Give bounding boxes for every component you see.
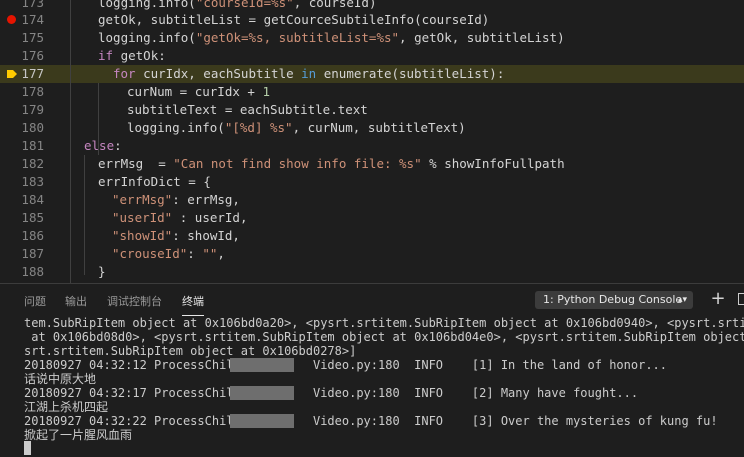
tab-debug-console[interactable]: 调试控制台 [107, 293, 162, 309]
line-number: 177 [21, 66, 44, 81]
split-terminal-icon[interactable] [738, 293, 744, 305]
line-number: 175 [21, 30, 44, 45]
code-line[interactable]: 178 curNum = curIdx + 1 [0, 83, 744, 101]
code-text: "userId" : userId, [112, 210, 248, 225]
code-editor[interactable]: 173 logging.info("courseId=%s", courseId)… [0, 0, 744, 283]
line-number: 184 [21, 192, 44, 207]
code-line[interactable]: 187 "crouseId": "", [0, 245, 744, 263]
terminal-selector-dropdown[interactable]: 1: Python Debug Console ▴▾ [535, 291, 693, 309]
code-text: logging.info("[%d] %s", curNum, subtitle… [127, 120, 466, 135]
terminal-line: 掀起了一片腥风血雨 [24, 428, 133, 442]
code-line[interactable]: 188} [0, 263, 744, 281]
tab-problems[interactable]: 问题 [24, 293, 46, 309]
redaction-block [230, 386, 294, 400]
code-text: "crouseId": "", [112, 246, 225, 261]
terminal-line: 20180927 04:32:22 ProcessChil Video.py:1… [24, 414, 718, 428]
indent-guide [98, 83, 99, 155]
terminal-line: 20180927 04:32:12 ProcessChil Video.py:1… [24, 358, 667, 372]
line-number: 187 [21, 246, 44, 261]
code-line[interactable]: 184 "errMsg": errMsg, [0, 191, 744, 209]
line-number: 174 [21, 12, 44, 27]
bottom-panel: 问题 输出 调试控制台 终端 1: Python Debug Console ▴… [0, 283, 744, 457]
terminal-line: 20180927 04:32:17 ProcessChil Video.py:1… [24, 386, 639, 400]
line-number: 188 [21, 264, 44, 279]
line-number: 183 [21, 174, 44, 189]
code-text: } [98, 264, 106, 279]
code-line[interactable]: 176 if getOk: [0, 47, 744, 65]
code-line[interactable]: 182 errMsg = "Can not find show info file… [0, 155, 744, 173]
redaction-block [230, 358, 294, 372]
code-text: curNum = curIdx + 1 [127, 84, 270, 99]
code-text: else: [84, 138, 122, 153]
code-line[interactable]: 179 subtitleText = eachSubtitle.text [0, 101, 744, 119]
panel-tabs: 问题 输出 调试控制台 终端 1: Python Debug Console ▴… [0, 284, 744, 316]
code-line[interactable]: 183 errInfoDict = { [0, 173, 744, 191]
code-line[interactable]: 180 logging.info("[%d] %s", curNum, subti… [0, 119, 744, 137]
chevron-updown-icon: ▴▾ [677, 295, 687, 305]
code-line[interactable]: 181 else: [0, 137, 744, 155]
code-text: "errMsg": errMsg, [112, 192, 240, 207]
terminal-line: 话说中原大地 [24, 372, 97, 386]
line-number: 186 [21, 228, 44, 243]
line-number: 181 [21, 138, 44, 153]
terminal-cursor [24, 441, 31, 455]
indent-guide [70, 0, 71, 283]
terminal-line: at 0x106bd08d0>, <pysrt.srtitem.SubRipIt… [24, 330, 744, 344]
tab-terminal[interactable]: 终端 [182, 293, 204, 316]
code-line[interactable]: 175 logging.info("getOk=%s, subtitleList=… [0, 29, 744, 47]
code-text: getOk, subtitleList = getCourceSubtileIn… [98, 12, 490, 27]
tab-output[interactable]: 输出 [65, 293, 87, 309]
line-number: 176 [21, 48, 44, 63]
code-text: for curIdx, eachSubtitle in enumerate(su… [113, 66, 505, 81]
new-terminal-button[interactable]: + [709, 289, 727, 309]
redaction-block [230, 414, 294, 428]
code-text: "showId": showId, [112, 228, 240, 243]
indent-guide [84, 155, 85, 275]
terminal-selector-value: 1: Python Debug Console [543, 293, 683, 306]
code-line[interactable]: 174 getOk, subtitleList = getCourceSubtil… [0, 11, 744, 29]
code-text: errInfoDict = { [98, 174, 211, 189]
line-number: 185 [21, 210, 44, 225]
terminal-output[interactable]: tem.SubRipItem object at 0x106bd0a20>, <… [0, 316, 744, 457]
code-line[interactable]: 186 "showId": showId, [0, 227, 744, 245]
line-number: 182 [21, 156, 44, 171]
code-text: subtitleText = eachSubtitle.text [127, 102, 368, 117]
code-text: if getOk: [98, 48, 166, 63]
code-text: errMsg = "Can not find show info file: %… [98, 156, 565, 171]
terminal-line: tem.SubRipItem object at 0x106bd0a20>, <… [24, 316, 744, 330]
terminal-line: 江湖上杀机四起 [24, 400, 109, 414]
line-number: 179 [21, 102, 44, 117]
line-number: 178 [21, 84, 44, 99]
code-line[interactable]: 177 for curIdx, eachSubtitle in enumerate… [0, 65, 744, 83]
code-text: logging.info("getOk=%s, subtitleList=%s"… [98, 30, 565, 45]
terminal-line: srt.srtitem.SubRipItem object at 0x106bd… [24, 344, 357, 358]
line-number: 180 [21, 120, 44, 135]
code-line[interactable]: 185 "userId" : userId, [0, 209, 744, 227]
